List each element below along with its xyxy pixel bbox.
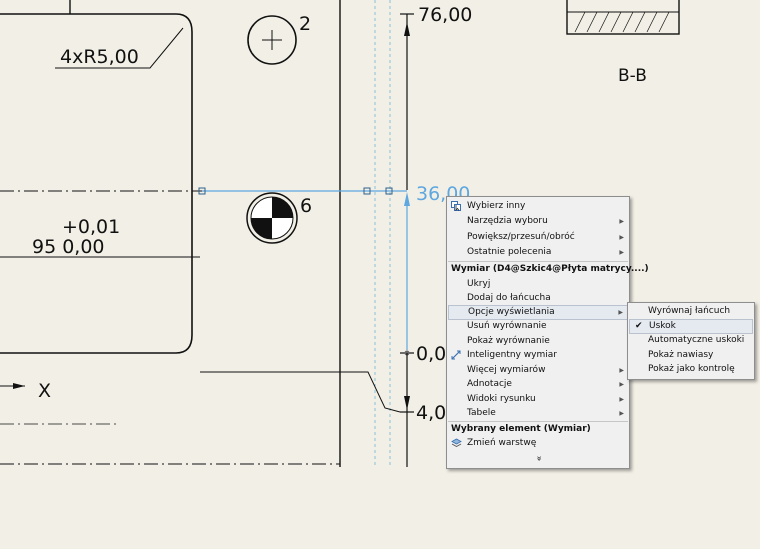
- submenu-arrow-icon: ▶: [619, 234, 624, 241]
- menu-item-add-chain[interactable]: Dodaj do łańcucha: [448, 291, 628, 306]
- submenu-item-auto-jog[interactable]: Automatyczne uskoki: [629, 333, 753, 348]
- submenu-item-show-inspection[interactable]: Pokaż jako kontrolę: [629, 362, 753, 377]
- menu-item-label: Ostatnie polecenia: [467, 247, 552, 257]
- menu-item-show-alignment[interactable]: Pokaż wyrównanie: [448, 334, 628, 349]
- menu-item-select-other[interactable]: Wybierz inny: [448, 199, 628, 214]
- submenu-display-options: Wyrównaj łańcuch ✔ Uskok Automatyczne us…: [627, 302, 755, 380]
- layer-icon: [451, 438, 462, 448]
- menu-item-label: Pokaż wyrównanie: [467, 336, 550, 346]
- menu-item-recent-commands[interactable]: Ostatnie polecenia ▶: [448, 245, 628, 260]
- smart-dimension-icon: [451, 350, 462, 360]
- checkmark-icon: ✔: [635, 321, 643, 331]
- menu-item-label: Pokaż jako kontrolę: [648, 364, 735, 374]
- dimension-4-label[interactable]: 4,0: [416, 402, 446, 424]
- menu-item-label: Ukryj: [467, 279, 491, 289]
- submenu-item-jog[interactable]: ✔ Uskok: [629, 319, 753, 334]
- menu-item-label: Dodaj do łańcucha: [467, 293, 551, 303]
- submenu-arrow-icon: ▶: [619, 381, 624, 388]
- menu-item-hide[interactable]: Ukryj: [448, 277, 628, 292]
- menu-item-select-tools[interactable]: Narzędzia wyboru ▶: [448, 214, 628, 229]
- section-view-box: [566, 0, 680, 35]
- submenu-arrow-icon: ▶: [619, 249, 624, 256]
- menu-item-label: Inteligentny wymiar: [467, 350, 557, 360]
- axis-x-label: X: [38, 380, 51, 402]
- menu-item-label: Pokaż nawiasy: [648, 350, 714, 360]
- menu-item-label: Zmień warstwę: [467, 438, 537, 448]
- submenu-arrow-icon: ▶: [619, 396, 624, 403]
- dimension-arrow: [404, 22, 410, 36]
- dimension-0-label[interactable]: 0,0: [416, 343, 446, 365]
- context-menu: Wybierz inny Narzędzia wyboru ▶ Powiększ…: [446, 196, 649, 469]
- menu-header-dimension: Wymiar (D4@Szkic4@Płyta matrycy....): [451, 264, 649, 274]
- submenu-arrow-icon: ▶: [618, 309, 623, 316]
- menu-item-label: Automatyczne uskoki: [648, 335, 745, 345]
- radius-label[interactable]: 4xR5,00: [60, 46, 139, 68]
- menu-item-label: Wybierz inny: [467, 201, 526, 211]
- drawing-canvas[interactable]: 4xR5,00 2 36,00 76,00 0,0 4,0 X +0,01 95…: [0, 0, 760, 467]
- menu-item-label: Narzędzia wyboru: [467, 216, 548, 226]
- submenu-arrow-icon: ▶: [619, 218, 624, 225]
- menu-item-smart-dimension[interactable]: Inteligentny wymiar: [448, 348, 628, 363]
- expand-menu-button[interactable]: »: [531, 369, 546, 549]
- dimension-arrow: [404, 192, 410, 206]
- jog-leader: [200, 371, 401, 413]
- tolerance-upper[interactable]: +0,01: [62, 216, 120, 238]
- menu-item-label: Usuń wyrównanie: [467, 321, 547, 331]
- menu-item-label: Uskok: [649, 321, 676, 331]
- section-label: B-B: [618, 66, 647, 86]
- submenu-item-align-chain[interactable]: Wyrównaj łańcuch: [629, 304, 753, 319]
- section-hatch: [574, 11, 670, 33]
- select-other-icon: [451, 201, 462, 211]
- menu-item-label: Opcje wyświetlania: [468, 307, 555, 317]
- menu-item-label: Widoki rysunku: [467, 394, 536, 404]
- center-of-mass-symbol[interactable]: [246, 192, 298, 244]
- menu-item-remove-alignment[interactable]: Usuń wyrównanie: [448, 319, 628, 334]
- axis-arrow: [13, 383, 25, 389]
- dimension-76-label[interactable]: 76,00: [418, 4, 472, 26]
- menu-item-label: Wyrównaj łańcuch: [648, 306, 731, 316]
- menu-item-label: Powiększ/przesuń/obróć: [467, 232, 575, 242]
- menu-item-label: Adnotacje: [467, 379, 512, 389]
- dimension-arrow: [404, 396, 410, 410]
- tolerance-dimension[interactable]: 95 0,00: [32, 236, 105, 258]
- hole-label-2[interactable]: 2: [299, 13, 311, 35]
- submenu-arrow-icon: ▶: [619, 410, 624, 417]
- menu-item-label: Tabele: [467, 408, 496, 418]
- submenu-item-show-brackets[interactable]: Pokaż nawiasy: [629, 348, 753, 363]
- menu-item-display-options[interactable]: Opcje wyświetlania ▶: [448, 305, 628, 320]
- menu-item-zoom-pan[interactable]: Powiększ/przesuń/obróć ▶: [448, 230, 628, 245]
- submenu-arrow-icon: ▶: [619, 367, 624, 374]
- hole-label-6[interactable]: 6: [300, 195, 312, 217]
